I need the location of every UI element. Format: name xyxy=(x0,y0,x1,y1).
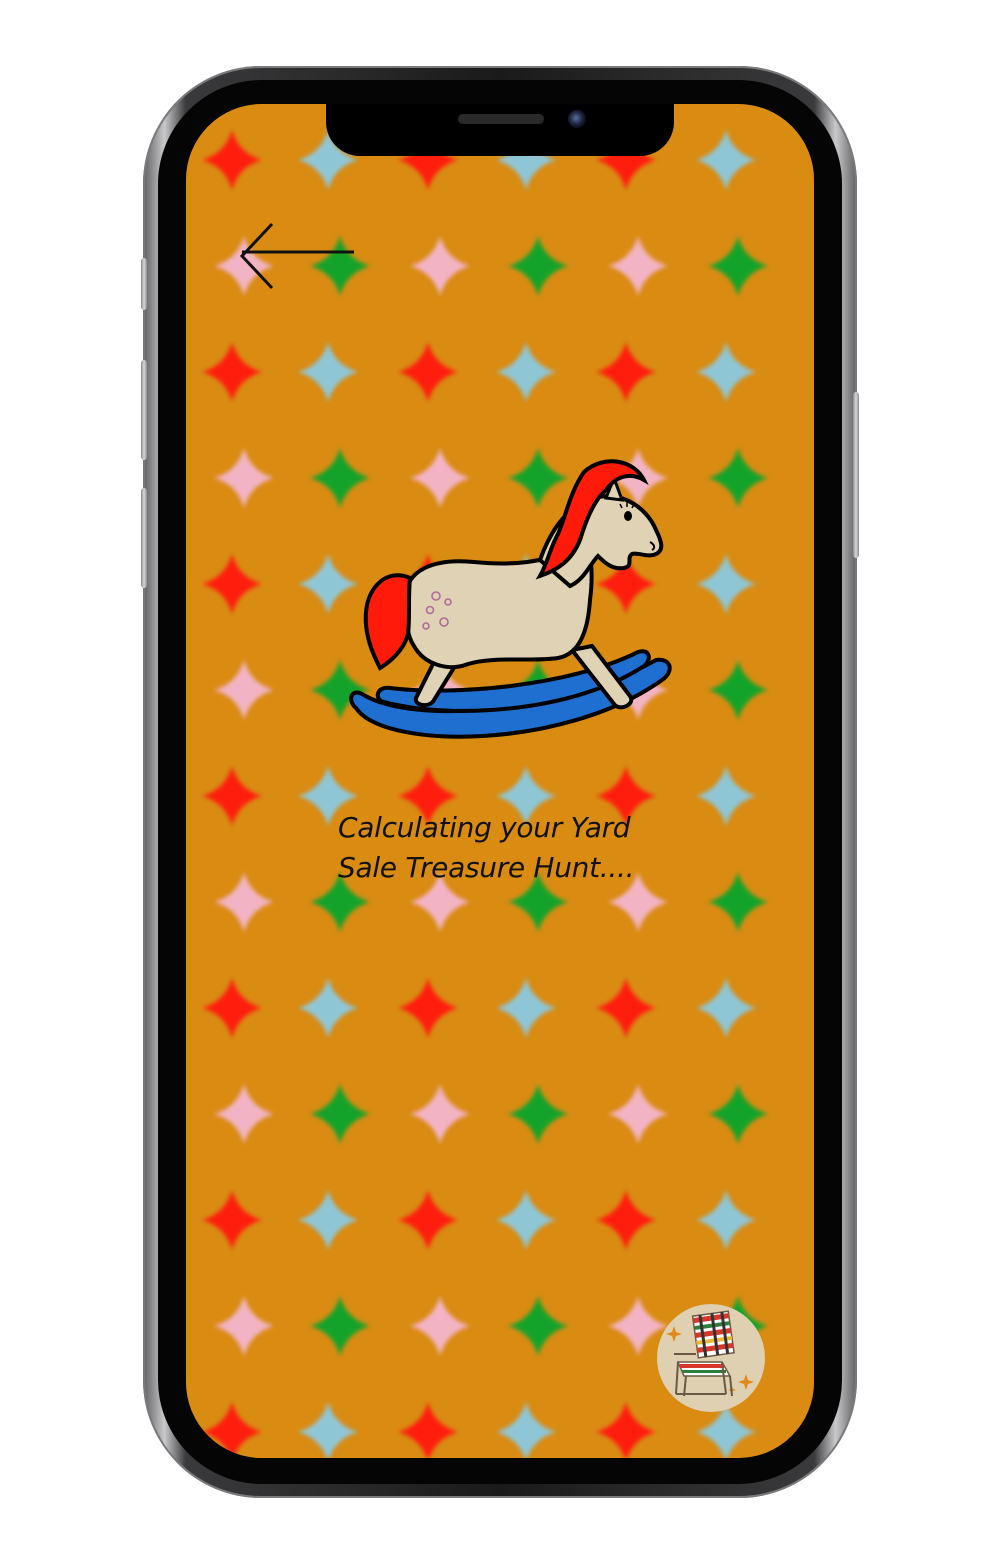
phone-power-button xyxy=(853,392,859,558)
phone-silent-switch xyxy=(141,258,147,310)
lawn-chair-icon xyxy=(657,1304,765,1412)
mockup-stage: Calculating your Yard Sale Treasure Hunt… xyxy=(0,0,1000,1564)
loading-message: Calculating your Yard Sale Treasure Hunt… xyxy=(338,808,678,888)
loading-line-2: Sale Treasure Hunt.... xyxy=(338,851,635,884)
rocking-horse-icon xyxy=(349,459,672,739)
lawn-chair-badge-button[interactable] xyxy=(656,1304,766,1412)
phone-speaker xyxy=(458,114,544,124)
phone-camera xyxy=(568,110,586,128)
horse-tail xyxy=(363,573,413,671)
arrow-left-icon[interactable] xyxy=(236,222,358,290)
loading-line-1: Calculating your Yard xyxy=(338,811,631,844)
app-screen xyxy=(186,104,814,1458)
phone-notch xyxy=(326,104,674,156)
phone-volume-up xyxy=(141,360,147,460)
sparkle-pattern-background xyxy=(186,104,814,1458)
phone-volume-down xyxy=(141,488,147,588)
